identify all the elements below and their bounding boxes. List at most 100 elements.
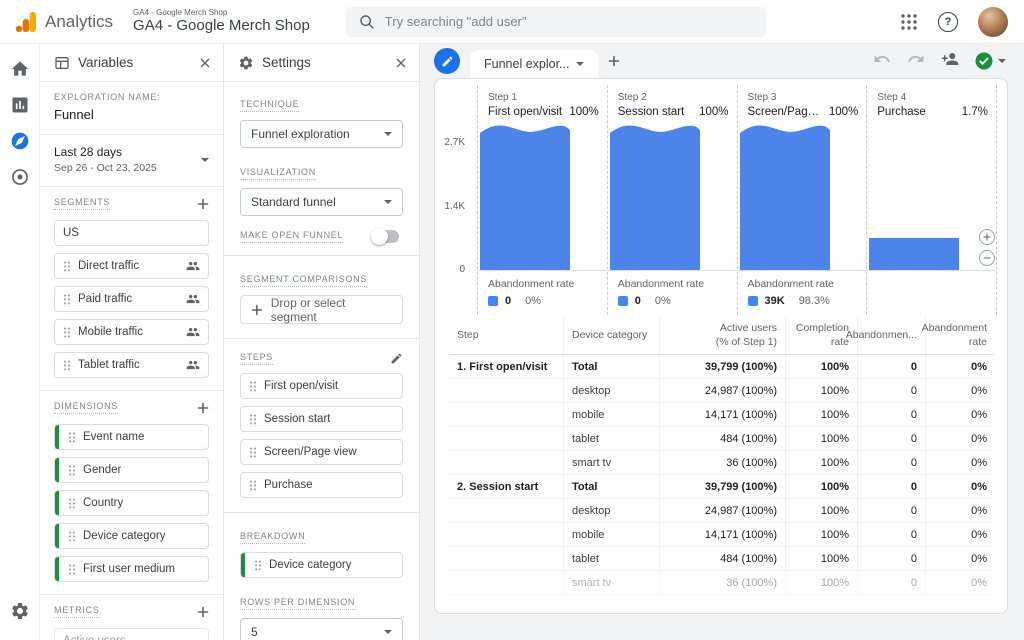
- table-row[interactable]: mobile 14,171 (100%) 100% 0 0%: [449, 403, 993, 427]
- share-person-add-icon[interactable]: [941, 50, 959, 73]
- drag-handle-icon[interactable]: [63, 260, 71, 273]
- user-avatar[interactable]: [978, 7, 1008, 37]
- analytics-logo-icon: [14, 10, 38, 34]
- undo-icon[interactable]: [873, 50, 891, 73]
- exploration-tab[interactable]: Funnel explor...: [470, 50, 598, 78]
- segment-chip[interactable]: Mobile traffic: [54, 319, 209, 345]
- funnel-bar[interactable]: [480, 134, 570, 270]
- people-icon: [186, 259, 200, 273]
- nav-reports-icon[interactable]: [0, 88, 40, 122]
- drag-handle-icon[interactable]: [249, 380, 257, 393]
- zoom-in-icon[interactable]: [979, 229, 995, 245]
- wave-top: [610, 124, 700, 135]
- funnel-step-chip[interactable]: First open/visit: [240, 373, 403, 399]
- zoom-out-icon[interactable]: [979, 250, 995, 266]
- funnel-bar[interactable]: [610, 134, 700, 270]
- breakdown-label: BREAKDOWN: [240, 531, 305, 544]
- exploration-name-section[interactable]: EXPLORATION NAME: Funnel: [40, 82, 223, 135]
- saved-status[interactable]: [975, 52, 1006, 70]
- cell-abandonment-rate: 0%: [925, 403, 995, 426]
- drag-handle-icon[interactable]: [68, 497, 76, 510]
- table-row[interactable]: tablet 484 (100%) 100% 0 0%: [449, 547, 993, 571]
- segment-drop-zone[interactable]: Drop or select segment: [240, 295, 403, 324]
- step-completion-pct: 100%: [829, 106, 858, 118]
- add-segment-icon[interactable]: [197, 198, 209, 210]
- drag-handle-icon[interactable]: [249, 413, 257, 426]
- rows-per-dimension-select[interactable]: 5: [240, 618, 403, 640]
- search-input[interactable]: [385, 14, 754, 29]
- redo-icon[interactable]: [907, 50, 925, 73]
- funnel-chart: 2.7K 1.4K 0 Step 1 First open/visit 100%: [435, 79, 1007, 315]
- drag-handle-icon[interactable]: [68, 563, 76, 576]
- drag-handle-icon[interactable]: [254, 559, 262, 572]
- close-variables-icon[interactable]: [199, 57, 211, 69]
- funnel-step-chip[interactable]: Session start: [240, 406, 403, 432]
- drag-handle-icon[interactable]: [249, 479, 257, 492]
- edit-steps-pencil-icon[interactable]: [390, 352, 403, 365]
- drag-handle-icon[interactable]: [68, 431, 76, 444]
- y-tick: 0: [435, 264, 465, 275]
- cell-completion-rate: 100%: [785, 547, 857, 570]
- open-funnel-toggle[interactable]: [373, 230, 399, 243]
- variables-title: Variables: [78, 55, 133, 70]
- help-icon[interactable]: ?: [938, 12, 958, 32]
- cell-abandonments: 0: [857, 523, 925, 546]
- drag-handle-icon[interactable]: [68, 464, 76, 477]
- cell-abandonments: 0: [857, 475, 925, 498]
- table-row[interactable]: desktop 24,987 (100%) 100% 0 0%: [449, 379, 993, 403]
- drag-handle-icon[interactable]: [249, 446, 257, 459]
- add-dimension-icon[interactable]: [197, 402, 209, 414]
- close-settings-icon[interactable]: [395, 57, 407, 69]
- table-row[interactable]: desktop 24,987 (100%) 100% 0 0%: [449, 499, 993, 523]
- technique-select[interactable]: Funnel exploration: [240, 120, 403, 148]
- table-row[interactable]: smart tv 36 (100%) 100% 0 0%: [449, 451, 993, 475]
- table-row[interactable]: tablet 484 (100%) 100% 0 0%: [449, 427, 993, 451]
- apps-grid-icon[interactable]: [900, 13, 918, 31]
- drag-handle-icon[interactable]: [63, 326, 71, 339]
- add-metric-icon[interactable]: [197, 606, 209, 618]
- date-range-section[interactable]: Last 28 days Sep 26 - Oct 23, 2025: [40, 135, 223, 187]
- breakdown-chip[interactable]: Device category: [240, 552, 403, 578]
- funnel-bar[interactable]: [869, 238, 959, 270]
- property-selector[interactable]: GA4 - Google Merch Shop GA4 - Google Mer…: [133, 8, 310, 34]
- search-bar[interactable]: [346, 7, 766, 37]
- analytics-logo[interactable]: Analytics: [14, 10, 113, 34]
- visualization-select[interactable]: Standard funnel: [240, 188, 403, 216]
- nav-explore-icon[interactable]: [0, 124, 40, 158]
- legend-square: [618, 296, 628, 306]
- visualization-value: Standard funnel: [251, 195, 336, 209]
- funnel-plot-area: [738, 125, 867, 271]
- exploration-name-value[interactable]: Funnel: [54, 107, 209, 122]
- segment-chip[interactable]: US: [54, 220, 209, 246]
- dimension-chip[interactable]: Event name: [54, 424, 209, 450]
- nav-advertising-icon[interactable]: [0, 160, 40, 194]
- left-nav-rail: [0, 44, 40, 640]
- table-row[interactable]: mobile 14,171 (100%) 100% 0 0%: [449, 523, 993, 547]
- cell-active-users: 14,171 (100%): [659, 523, 785, 546]
- add-tab-icon[interactable]: [608, 55, 620, 67]
- dimension-chip[interactable]: Country: [54, 490, 209, 516]
- segment-chip[interactable]: Direct traffic: [54, 253, 209, 279]
- table-row[interactable]: smart tv 36 (100%) 100% 0 0%: [449, 571, 993, 595]
- table-row[interactable]: 1. First open/visit Total 39,799 (100%) …: [449, 355, 993, 379]
- dimension-chip[interactable]: First user medium: [54, 556, 209, 582]
- drag-handle-icon[interactable]: [63, 359, 71, 372]
- segment-chip[interactable]: Paid traffic: [54, 286, 209, 312]
- metric-chip[interactable]: Active users: [54, 628, 209, 640]
- dimension-chip[interactable]: Gender: [54, 457, 209, 483]
- funnel-step-chip[interactable]: Screen/Page view: [240, 439, 403, 465]
- funnel-bar[interactable]: [740, 134, 830, 270]
- cell-step: [449, 547, 563, 570]
- funnel-step-chip[interactable]: Purchase: [240, 472, 403, 498]
- drag-handle-icon[interactable]: [68, 530, 76, 543]
- segment-chip[interactable]: Tablet traffic: [54, 352, 209, 378]
- admin-gear-icon[interactable]: [0, 594, 40, 628]
- dimension-chip[interactable]: Device category: [54, 523, 209, 549]
- segment-chip-label: Mobile traffic: [78, 326, 143, 338]
- cell-active-users: 39,799 (100%): [659, 355, 785, 378]
- step-chip-label: Screen/Page view: [264, 446, 357, 458]
- edit-pencil-badge[interactable]: [434, 48, 460, 74]
- drag-handle-icon[interactable]: [63, 293, 71, 306]
- nav-home-icon[interactable]: [0, 52, 40, 86]
- table-row[interactable]: 2. Session start Total 39,799 (100%) 100…: [449, 475, 993, 499]
